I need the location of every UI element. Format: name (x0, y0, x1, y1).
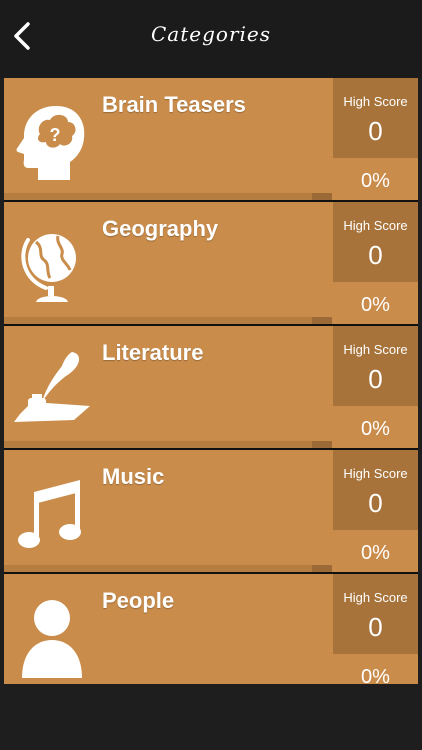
percent-value: 0% (361, 666, 390, 684)
score-panel: High Score 0 0% (333, 574, 418, 684)
score-panel: High Score 0 0% (333, 450, 418, 572)
high-score-value: 0 (368, 364, 383, 394)
brain-head-icon: ? (16, 106, 85, 180)
category-name: People (102, 588, 175, 613)
score-panel: High Score 0 0% (333, 78, 418, 200)
category-row-geography[interactable]: Geography High Score 0 0% (4, 202, 418, 324)
high-score-label: High Score (343, 466, 408, 481)
percent-value: 0% (361, 418, 390, 440)
category-name: Geography (102, 216, 219, 241)
high-score-label: High Score (343, 590, 408, 605)
percent-value: 0% (361, 170, 390, 192)
percent-value: 0% (361, 542, 390, 564)
person-icon (22, 600, 82, 678)
category-row-brain-teasers[interactable]: ? Brain Teasers High Score 0 0% (4, 78, 418, 200)
svg-text:?: ? (50, 125, 61, 145)
high-score-value: 0 (368, 240, 383, 270)
category-row-music[interactable]: Music High Score 0 0% (4, 450, 418, 572)
category-list[interactable]: ? Brain Teasers High Score 0 0% Geograph… (4, 78, 418, 684)
high-score-label: High Score (343, 94, 408, 109)
category-name: Literature (102, 340, 204, 365)
navigation-bar: Categories (0, 0, 422, 78)
high-score-value: 0 (368, 116, 383, 146)
quill-inkwell-icon (14, 352, 90, 422)
category-row-people[interactable]: People High Score 0 0% (4, 574, 418, 684)
high-score-label: High Score (343, 218, 408, 233)
score-panel: High Score 0 0% (333, 202, 418, 324)
music-note-icon (18, 480, 81, 548)
high-score-value: 0 (368, 488, 383, 518)
high-score-value: 0 (368, 612, 383, 642)
category-name: Brain Teasers (102, 92, 246, 117)
percent-value: 0% (361, 294, 390, 316)
category-name: Music (102, 464, 165, 489)
score-panel: High Score 0 0% (333, 326, 418, 448)
high-score-label: High Score (343, 342, 408, 357)
category-row-literature[interactable]: Literature High Score 0 0% (4, 326, 418, 448)
globe-icon (21, 234, 76, 302)
page-title: Categories (151, 22, 271, 46)
bottom-area (0, 684, 422, 750)
